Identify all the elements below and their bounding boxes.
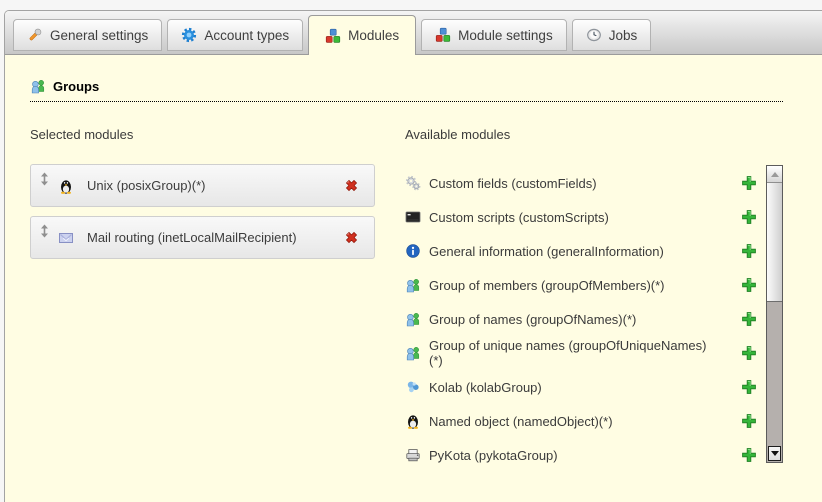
updown-arrow-icon[interactable] xyxy=(40,172,49,186)
add-module-button[interactable] xyxy=(741,413,757,429)
tab-general-settings[interactable]: General settings xyxy=(13,19,162,51)
selected-module-row-unix[interactable]: Unix (posixGroup)(*) xyxy=(30,164,375,207)
remove-module-button[interactable] xyxy=(343,229,360,246)
available-module-label: General information (generalInformation) xyxy=(429,244,664,259)
printer-icon xyxy=(405,447,421,463)
wrench-icon xyxy=(27,27,43,43)
available-module-row: Group of members (groupOfMembers)(*) xyxy=(405,268,757,302)
available-module-row: General information (generalInformation) xyxy=(405,234,757,268)
kolab-icon xyxy=(405,379,421,395)
group-icon xyxy=(405,277,421,293)
group-icon xyxy=(405,345,421,361)
remove-module-button[interactable] xyxy=(343,177,360,194)
add-module-button[interactable] xyxy=(741,447,757,463)
tab-label: Module settings xyxy=(458,28,553,43)
tab-label: Account types xyxy=(204,28,289,43)
add-module-button[interactable] xyxy=(741,345,757,361)
available-module-row: Named object (namedObject)(*) xyxy=(405,404,757,438)
available-module-label: PyKota (pykotaGroup) xyxy=(429,448,558,463)
selected-module-row-mail-routing[interactable]: Mail routing (inetLocalMailRecipient) xyxy=(30,216,375,259)
add-module-button[interactable] xyxy=(741,311,757,327)
available-module-row: Custom fields (customFields) xyxy=(405,166,757,200)
available-module-label: Group of members (groupOfMembers)(*) xyxy=(429,278,665,293)
tab-label: Jobs xyxy=(609,28,638,43)
info-icon xyxy=(405,243,421,259)
modules-panel: Groups Selected modules Available module… xyxy=(5,54,822,502)
add-module-button[interactable] xyxy=(741,209,757,225)
settings-window: General settings Account types Modules M… xyxy=(4,10,822,502)
selected-modules-label: Selected modules xyxy=(30,127,133,142)
add-module-button[interactable] xyxy=(741,277,757,293)
gears-icon xyxy=(405,175,421,191)
tab-label: General settings xyxy=(50,28,148,43)
tab-jobs[interactable]: Jobs xyxy=(572,19,652,51)
available-module-label: Group of unique names (groupOfUniqueName… xyxy=(429,338,707,368)
available-modules-label: Available modules xyxy=(405,127,510,142)
available-module-label: Named object (namedObject)(*) xyxy=(429,414,613,429)
section-title: Groups xyxy=(53,79,99,94)
available-module-label: Custom scripts (customScripts) xyxy=(429,210,609,225)
available-module-row: Group of names (groupOfNames)(*) xyxy=(405,302,757,336)
add-module-button[interactable] xyxy=(741,175,757,191)
available-module-label: Group of names (groupOfNames)(*) xyxy=(429,312,636,327)
available-modules-list: Custom fields (customFields) Custom scri… xyxy=(405,166,757,472)
scrollbar-thumb[interactable] xyxy=(767,183,782,302)
available-module-row: Group of unique names (groupOfUniqueName… xyxy=(405,336,757,370)
selected-modules-list: Unix (posixGroup)(*) Mail routing (inetL… xyxy=(30,164,375,259)
add-module-button[interactable] xyxy=(741,379,757,395)
terminal-icon xyxy=(405,209,421,225)
available-module-row: Custom scripts (customScripts) xyxy=(405,200,757,234)
updown-arrow-icon[interactable] xyxy=(40,224,49,238)
available-module-row: PyKota (pykotaGroup) xyxy=(405,438,757,472)
selected-module-label: Unix (posixGroup)(*) xyxy=(87,178,205,193)
tux-icon xyxy=(58,178,74,194)
group-icon xyxy=(405,311,421,327)
tab-modules[interactable]: Modules xyxy=(308,15,416,55)
group-icon xyxy=(30,78,46,94)
modules-icon xyxy=(325,28,341,44)
clock-icon xyxy=(586,27,602,43)
available-module-label: Kolab (kolabGroup) xyxy=(429,380,542,395)
gear-icon xyxy=(181,27,197,43)
modules-icon xyxy=(435,27,451,43)
mail-icon xyxy=(58,230,74,246)
tab-label: Modules xyxy=(348,28,399,43)
tab-bar: General settings Account types Modules M… xyxy=(5,11,822,55)
tux-icon xyxy=(405,413,421,429)
tab-account-types[interactable]: Account types xyxy=(167,19,303,51)
scroll-down-arrow-icon[interactable] xyxy=(768,446,781,461)
add-module-button[interactable] xyxy=(741,243,757,259)
scroll-up-arrow-icon[interactable] xyxy=(767,166,782,183)
groups-section-heading: Groups xyxy=(30,78,783,102)
tab-module-settings[interactable]: Module settings xyxy=(421,19,567,51)
available-module-label: Custom fields (customFields) xyxy=(429,176,597,191)
selected-module-label: Mail routing (inetLocalMailRecipient) xyxy=(87,230,297,245)
available-modules-scrollbar[interactable] xyxy=(766,165,783,463)
available-module-row: Kolab (kolabGroup) xyxy=(405,370,757,404)
